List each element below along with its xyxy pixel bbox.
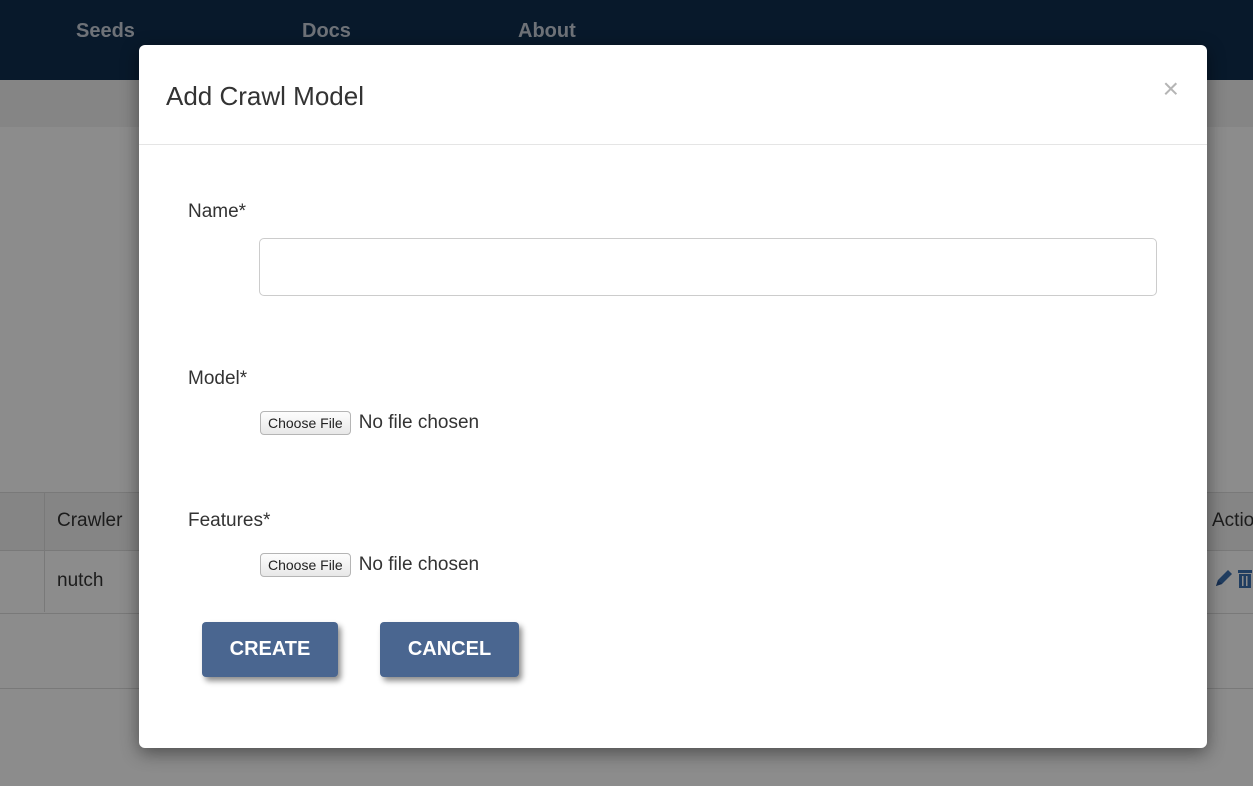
- model-file-picker: Choose File No file chosen: [260, 410, 479, 436]
- name-label: Name*: [188, 201, 247, 222]
- add-crawl-model-modal: Add Crawl Model × Name* Model* Choose Fi…: [139, 45, 1207, 748]
- model-file-status: No file chosen: [358, 412, 480, 433]
- modal-title: Add Crawl Model: [166, 81, 364, 111]
- features-choose-file-button[interactable]: Choose File: [260, 553, 351, 577]
- features-label: Features*: [188, 510, 271, 531]
- modal-header: Add Crawl Model ×: [139, 45, 1207, 145]
- features-file-picker: Choose File No file chosen: [260, 552, 479, 578]
- cancel-button[interactable]: CANCEL: [380, 622, 519, 677]
- model-choose-file-button[interactable]: Choose File: [260, 411, 351, 435]
- create-button[interactable]: CREATE: [202, 622, 338, 677]
- model-label: Model*: [188, 368, 248, 389]
- name-input[interactable]: [259, 238, 1157, 296]
- features-file-status: No file chosen: [358, 554, 480, 575]
- close-icon[interactable]: ×: [1163, 75, 1179, 103]
